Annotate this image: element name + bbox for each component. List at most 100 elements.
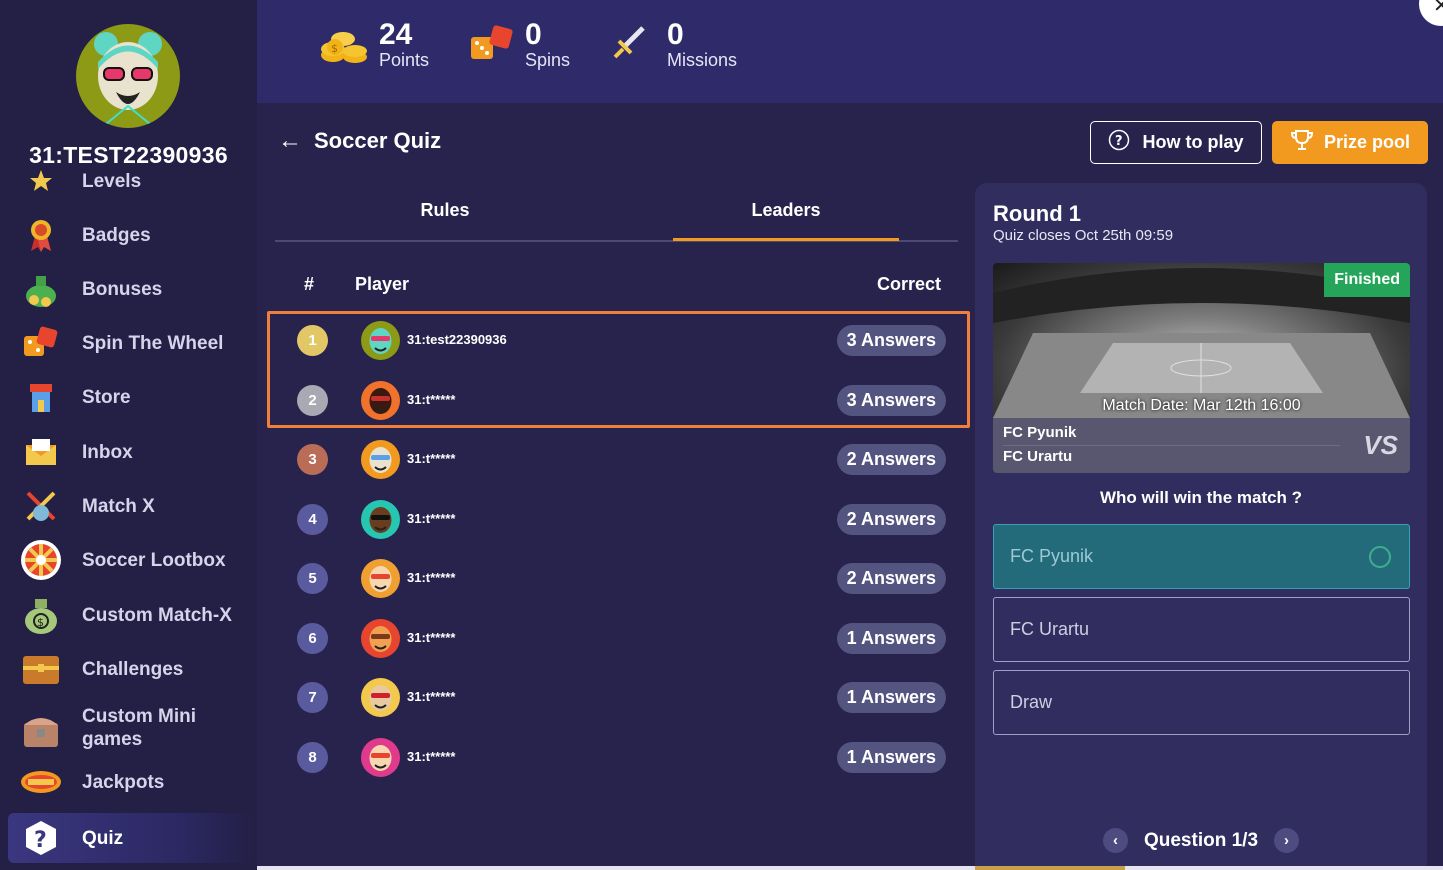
question-icon: ? [20,817,62,859]
sword-icon [611,25,647,66]
back-arrow-icon[interactable]: ← [278,127,302,155]
missions-stat[interactable]: 0 Missions [611,20,737,70]
sidebar-item-label: Bonuses [82,278,163,300]
page-title: Soccer Quiz [314,128,442,153]
avatar [361,440,400,479]
how-to-play-button[interactable]: ? How to play [1090,121,1262,164]
profile-avatar[interactable] [76,24,180,128]
spins-stat[interactable]: 0 Spins [469,20,570,70]
sidebar-item-label: Levels [82,170,142,192]
table-row[interactable]: 7 31:t***** 1 Answers [275,672,958,722]
svg-text:$: $ [331,42,338,55]
trophy-icon [1290,128,1314,157]
rank-number: 7 [308,689,317,706]
svg-text:?: ? [1115,134,1123,149]
question-text: Who will win the match ? [1099,488,1303,507]
sidebar-item-match-x[interactable]: Match X [8,481,257,531]
answers-badge: 2 Answers [836,503,946,535]
help-circle-icon: ? [1108,129,1130,156]
sidebar-item-label: Inbox [82,441,133,463]
table-row[interactable]: 6 31:t***** 1 Answers [275,613,958,663]
sidebar-item-store[interactable]: Store [8,372,257,422]
svg-text:?: ? [34,828,47,853]
store-icon [20,376,62,418]
vs-label: VS [1363,430,1398,460]
quiz-close-time: Quiz closes Oct 25th 09:59 [993,227,1174,244]
sidebar-item-label: Challenges [82,658,184,680]
match-date: Match Date: Mar 12th 16:00 [1102,397,1301,414]
sidebar-item-custom-mini-games[interactable]: Custom Mini games [8,701,257,761]
avatar [361,618,400,658]
sidebar-item-soccer-lootbox[interactable]: Soccer Lootbox [8,535,257,585]
tab-rules[interactable]: Rules [295,200,595,221]
round-panel: Round 1 Quiz closes Oct 25th 09:59 Finis… [975,183,1427,870]
table-row[interactable]: 3 31:t***** 2 Answers [275,434,958,484]
coins-icon: $ [319,21,369,70]
sidebar-item-custom-match-x[interactable]: $ Custom Match-X [8,590,257,640]
sidebar-item-inbox[interactable]: Inbox [8,427,257,477]
sidebar-item-label: Jackpots [82,771,165,793]
close-icon[interactable]: ✕ [1419,0,1443,26]
highlight-box [267,311,970,428]
crossed-sticks-icon [20,485,62,527]
answers-badge: 1 Answers [836,682,946,713]
bottom-scrollbar-thumb[interactable] [975,866,1125,870]
prize-pool-button[interactable]: Prize pool [1272,121,1428,164]
topbar: $ 24 Points 0 Spins 0 Missions ✕ [257,0,1443,103]
table-row[interactable]: 5 31:t***** 2 Answers [275,553,958,603]
avatar [361,559,400,598]
player-name: 31:t***** [407,748,456,764]
avatar [361,737,400,777]
sidebar-item-badges[interactable]: Badges [8,210,257,260]
levels-icon [20,168,62,202]
tab-leaders[interactable]: Leaders [636,200,936,221]
rank-number: 8 [308,748,317,766]
team-divider [1003,445,1340,446]
wheel-icon [20,539,62,581]
table-row[interactable]: 8 31:t***** 1 Answers [275,732,958,782]
player-name: 31:t***** [407,451,456,466]
dice-icon [469,23,515,68]
status-badge: Finished [1324,263,1410,297]
rank-medal: 4 [297,503,328,535]
missions-label: Missions [667,50,738,70]
player-column-header: Player [355,274,410,294]
rank-medal: 3 [297,444,328,475]
envelope-icon [20,431,62,473]
team-home: FC Pyunik [1003,424,1077,441]
player-name: 31:t***** [407,689,456,704]
table-row[interactable]: 4 31:t***** 2 Answers [275,494,958,544]
bottom-scrollbar[interactable] [257,866,1443,870]
sidebar-item-challenges[interactable]: Challenges [8,644,257,694]
check-circle-icon [1369,546,1391,568]
username: 31:TEST22390936 [29,142,228,168]
sidebar-item-label: Badges [82,224,151,246]
dice-icon [20,322,62,364]
sidebar-item-spin-the-wheel[interactable]: Spin The Wheel [8,318,257,368]
teams-bar: FC Pyunik FC Urartu VS [993,418,1410,473]
sidebar-item-label: Soccer Lootbox [82,549,226,571]
sidebar-item-quiz[interactable]: ? Quiz [8,813,257,863]
team-away: FC Urartu [1003,448,1073,465]
stadium-image: Finished Match Date: Mar 12th 16:00 [993,263,1410,418]
correct-column-header: Correct [877,274,942,294]
sidebar-item-jackpots[interactable]: Jackpots [8,757,257,807]
treasure-chest-icon [20,710,62,752]
next-question-button[interactable]: › [1274,828,1300,853]
points-stat[interactable]: $ 24 Points [319,20,429,70]
svg-text:$: $ [37,616,44,629]
option-label: FC Urartu [1010,619,1090,639]
option-draw[interactable]: Draw [993,670,1410,735]
question-counter: Question 1/3 [1143,829,1259,851]
rank-medal: 6 [297,622,328,654]
round-title: Round 1 [993,201,1081,226]
option-label: Draw [1010,692,1053,712]
rank-medal: 8 [297,741,328,773]
sidebar-item-label: Custom Mini games [82,706,196,750]
option-fc-pyunik[interactable]: FC Pyunik [993,524,1410,589]
prev-question-button[interactable]: ‹ [1102,828,1128,853]
prize-pool-label: Prize pool [1323,132,1410,152]
sidebar-item-levels[interactable]: Levels [8,168,257,206]
sidebar-item-bonuses[interactable]: Bonuses [8,264,257,314]
option-fc-urartu[interactable]: FC Urartu [993,597,1410,662]
